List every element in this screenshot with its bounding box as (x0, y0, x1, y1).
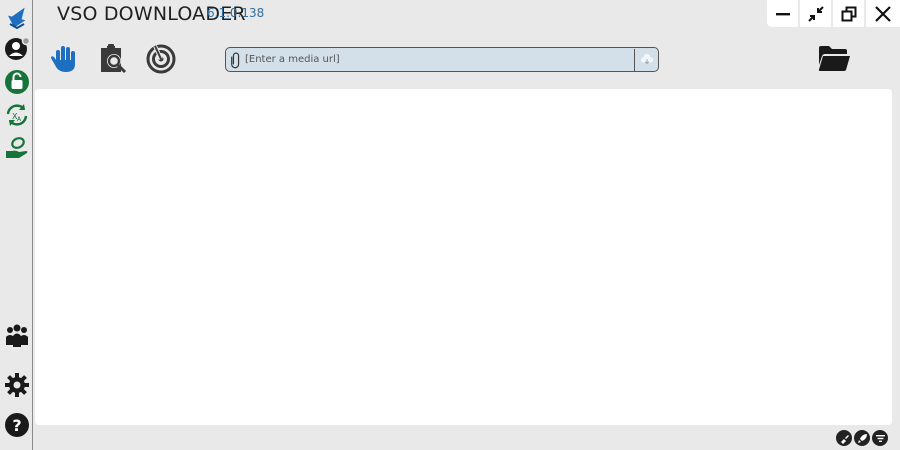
community-icon[interactable] (3, 322, 30, 349)
restore-button[interactable] (833, 0, 864, 27)
radar-button[interactable] (144, 41, 178, 75)
download-arrow-icon[interactable] (3, 3, 30, 30)
minimize-icon (775, 12, 790, 15)
user-account-icon[interactable] (3, 35, 30, 62)
filter-icon[interactable] (872, 430, 888, 446)
compact-button[interactable] (800, 0, 831, 27)
open-folder-button[interactable] (817, 42, 851, 74)
money-hand-icon[interactable] (3, 134, 30, 161)
app-version: 6.1.0.138 (207, 6, 265, 20)
convert-icon[interactable]: XA (3, 101, 30, 128)
svg-text:?: ? (12, 416, 21, 435)
minimize-button[interactable] (767, 0, 798, 27)
sidebar: XA ? (0, 0, 33, 450)
downloads-panel[interactable] (35, 89, 892, 425)
close-icon (875, 5, 891, 22)
window-controls (767, 0, 900, 27)
settings-gear-icon[interactable] (3, 371, 30, 398)
close-button[interactable] (866, 0, 900, 27)
folder-icon (818, 46, 850, 71)
radar-icon (146, 44, 176, 74)
rocket-icon[interactable] (854, 430, 870, 446)
status-icons (836, 430, 888, 446)
clipboard-search-button[interactable] (96, 41, 130, 75)
unlock-icon[interactable] (3, 68, 30, 95)
clipboard-search-icon (101, 44, 127, 74)
url-bar (225, 47, 659, 72)
help-icon[interactable]: ? (3, 411, 30, 438)
brush-icon[interactable] (836, 430, 852, 446)
shrink-icon (807, 5, 824, 22)
cloud-download-icon (640, 53, 653, 64)
url-download-button[interactable] (634, 48, 658, 71)
restore-icon (841, 6, 856, 21)
stop-hand-button[interactable] (48, 41, 82, 75)
stop-hand-icon (51, 46, 75, 72)
svg-text:A: A (17, 116, 22, 123)
media-url-input[interactable] (243, 48, 634, 71)
paperclip-icon (229, 50, 243, 70)
